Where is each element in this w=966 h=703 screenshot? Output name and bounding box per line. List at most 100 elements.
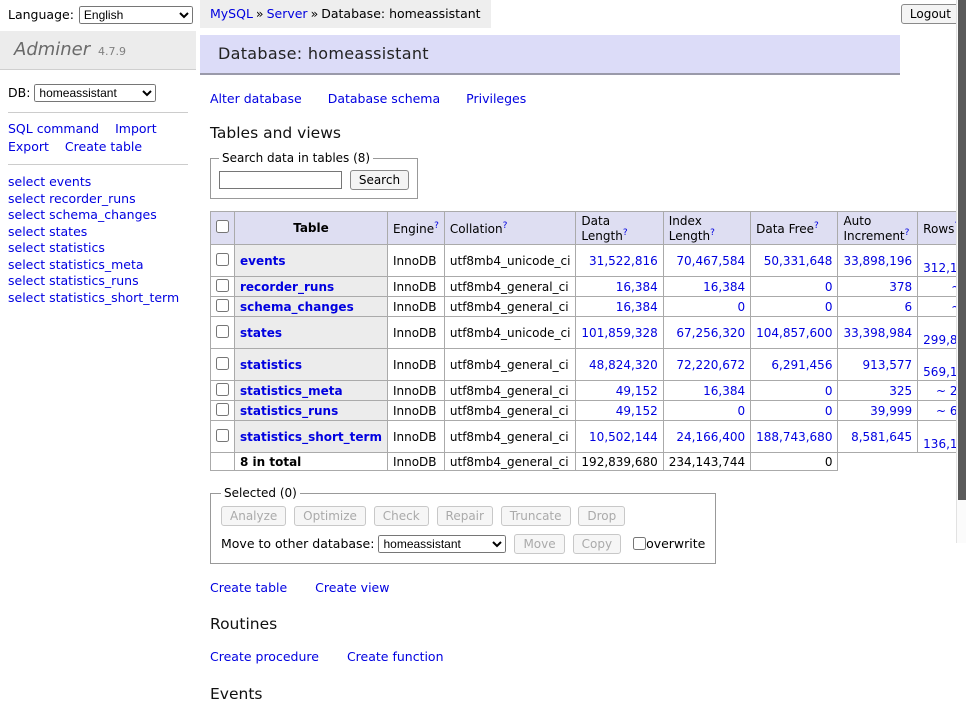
create-view-link[interactable]: Create view bbox=[315, 580, 389, 595]
table-name-link[interactable]: statistics_short_term bbox=[240, 430, 382, 444]
privileges-link[interactable]: Privileges bbox=[466, 91, 526, 106]
scrollbar-thumb[interactable] bbox=[958, 0, 966, 500]
sidebar-item-select-statistics-meta[interactable]: select statistics_meta bbox=[8, 257, 188, 274]
help-link[interactable]: ? bbox=[503, 221, 508, 231]
data-length-link[interactable]: 48,824,320 bbox=[589, 358, 658, 372]
table-name-link[interactable]: recorder_runs bbox=[240, 280, 334, 294]
check-button[interactable]: Check bbox=[374, 506, 429, 526]
table-row: schema_changes InnoDB utf8mb4_general_ci… bbox=[211, 297, 966, 317]
table-name-link[interactable]: statistics bbox=[240, 358, 302, 372]
row-checkbox[interactable] bbox=[216, 429, 229, 442]
db-selector-row: DB:homeassistant bbox=[8, 84, 196, 102]
breadcrumb-server-link[interactable]: Server bbox=[267, 6, 308, 21]
table-name-link[interactable]: states bbox=[240, 326, 282, 340]
move-db-select[interactable]: homeassistant bbox=[378, 535, 506, 553]
help-link[interactable]: ? bbox=[623, 228, 628, 238]
row-checkbox[interactable] bbox=[216, 403, 229, 416]
row-checkbox[interactable] bbox=[216, 383, 229, 396]
create-table-link[interactable]: Create table bbox=[210, 580, 287, 595]
data-length-link[interactable]: 31,522,816 bbox=[589, 254, 658, 268]
sidebar-item-select-statistics-short-term[interactable]: select statistics_short_term bbox=[8, 290, 188, 307]
collation-cell: utf8mb4_general_ci bbox=[444, 421, 576, 453]
truncate-button[interactable]: Truncate bbox=[501, 506, 571, 526]
data-free-link[interactable]: 0 bbox=[825, 384, 833, 398]
sidebar-item-select-recorder-runs[interactable]: select recorder_runs bbox=[8, 191, 188, 208]
breadcrumb-mysql-link[interactable]: MySQL bbox=[210, 6, 253, 21]
table-name-link[interactable]: statistics_runs bbox=[240, 404, 338, 418]
sidebar-item-select-statistics[interactable]: select statistics bbox=[8, 240, 188, 257]
help-link[interactable]: ? bbox=[905, 228, 910, 238]
copy-button[interactable]: Copy bbox=[573, 534, 621, 554]
select-all-checkbox[interactable] bbox=[216, 220, 229, 233]
data-length-link[interactable]: 49,152 bbox=[616, 404, 658, 418]
data-free-link[interactable]: 50,331,648 bbox=[764, 254, 833, 268]
language-select[interactable]: English bbox=[79, 6, 193, 24]
search-button[interactable]: Search bbox=[350, 170, 409, 190]
data-free-link[interactable]: 0 bbox=[825, 280, 833, 294]
data-length-link[interactable]: 16,384 bbox=[616, 300, 658, 314]
table-name-link[interactable]: schema_changes bbox=[240, 300, 354, 314]
scrollbar[interactable] bbox=[956, 0, 966, 543]
data-length-link[interactable]: 49,152 bbox=[616, 384, 658, 398]
data-free-link[interactable]: 6,291,456 bbox=[771, 358, 832, 372]
data-free-link[interactable]: 0 bbox=[825, 404, 833, 418]
index-length-link[interactable]: 67,256,320 bbox=[676, 326, 745, 340]
optimize-button[interactable]: Optimize bbox=[294, 506, 366, 526]
auto-increment-link[interactable]: 6 bbox=[905, 300, 913, 314]
db-select[interactable]: homeassistant bbox=[34, 84, 156, 102]
index-length-link[interactable]: 70,467,584 bbox=[676, 254, 745, 268]
index-length-link[interactable]: 0 bbox=[737, 404, 745, 418]
auto-increment-link[interactable]: 378 bbox=[889, 280, 912, 294]
overwrite-checkbox[interactable] bbox=[633, 537, 646, 550]
auto-increment-link[interactable]: 913,577 bbox=[863, 358, 913, 372]
create-procedure-link[interactable]: Create procedure bbox=[210, 649, 319, 664]
repair-button[interactable]: Repair bbox=[437, 506, 493, 526]
move-button[interactable]: Move bbox=[514, 534, 564, 554]
sidebar-link-export[interactable]: Export bbox=[8, 139, 49, 154]
search-legend: Search data in tables (8) bbox=[219, 151, 373, 165]
auto-increment-link[interactable]: 8,581,645 bbox=[851, 430, 912, 444]
database-schema-link[interactable]: Database schema bbox=[328, 91, 440, 106]
data-free-link[interactable]: 0 bbox=[825, 300, 833, 314]
row-checkbox[interactable] bbox=[216, 299, 229, 312]
row-checkbox[interactable] bbox=[216, 279, 229, 292]
page-title: Database: homeassistant bbox=[200, 35, 900, 75]
search-input[interactable] bbox=[219, 171, 342, 189]
data-length-link[interactable]: 10,502,144 bbox=[589, 430, 658, 444]
create-function-link[interactable]: Create function bbox=[347, 649, 444, 664]
row-checkbox[interactable] bbox=[216, 325, 229, 338]
index-length-link[interactable]: 24,166,400 bbox=[676, 430, 745, 444]
sidebar-link-create-table[interactable]: Create table bbox=[65, 139, 142, 154]
auto-increment-link[interactable]: 33,898,196 bbox=[843, 254, 912, 268]
alter-database-link[interactable]: Alter database bbox=[210, 91, 302, 106]
data-free-link[interactable]: 188,743,680 bbox=[756, 430, 832, 444]
sidebar-item-select-events[interactable]: select events bbox=[8, 174, 188, 191]
table-name-link[interactable]: events bbox=[240, 254, 286, 268]
sidebar-item-select-schema-changes[interactable]: select schema_changes bbox=[8, 207, 188, 224]
sidebar-item-select-states[interactable]: select states bbox=[8, 224, 188, 241]
row-checkbox[interactable] bbox=[216, 253, 229, 266]
auto-increment-link[interactable]: 325 bbox=[889, 384, 912, 398]
index-length-link[interactable]: 16,384 bbox=[703, 384, 745, 398]
drop-button[interactable]: Drop bbox=[578, 506, 625, 526]
help-link[interactable]: ? bbox=[814, 221, 819, 231]
auto-increment-link[interactable]: 39,999 bbox=[870, 404, 912, 418]
help-link[interactable]: ? bbox=[710, 228, 715, 238]
sidebar-link-import[interactable]: Import bbox=[115, 121, 157, 136]
routine-create-links: Create procedure Create function bbox=[210, 649, 956, 664]
index-length-link[interactable]: 16,384 bbox=[703, 280, 745, 294]
data-free-link[interactable]: 104,857,600 bbox=[756, 326, 832, 340]
index-length-link[interactable]: 0 bbox=[737, 300, 745, 314]
sidebar-link-sql-command[interactable]: SQL command bbox=[8, 121, 99, 136]
auto-increment-link[interactable]: 33,398,984 bbox=[843, 326, 912, 340]
search-fieldset: Search data in tables (8) Search bbox=[210, 151, 418, 199]
help-link[interactable]: ? bbox=[434, 221, 439, 231]
row-checkbox[interactable] bbox=[216, 357, 229, 370]
data-length-link[interactable]: 101,859,328 bbox=[581, 326, 657, 340]
sidebar-item-select-statistics-runs[interactable]: select statistics_runs bbox=[8, 273, 188, 290]
column-header-index-length: Index Length bbox=[669, 214, 710, 243]
data-length-link[interactable]: 16,384 bbox=[616, 280, 658, 294]
table-name-link[interactable]: statistics_meta bbox=[240, 384, 343, 398]
index-length-link[interactable]: 72,220,672 bbox=[676, 358, 745, 372]
analyze-button[interactable]: Analyze bbox=[221, 506, 286, 526]
